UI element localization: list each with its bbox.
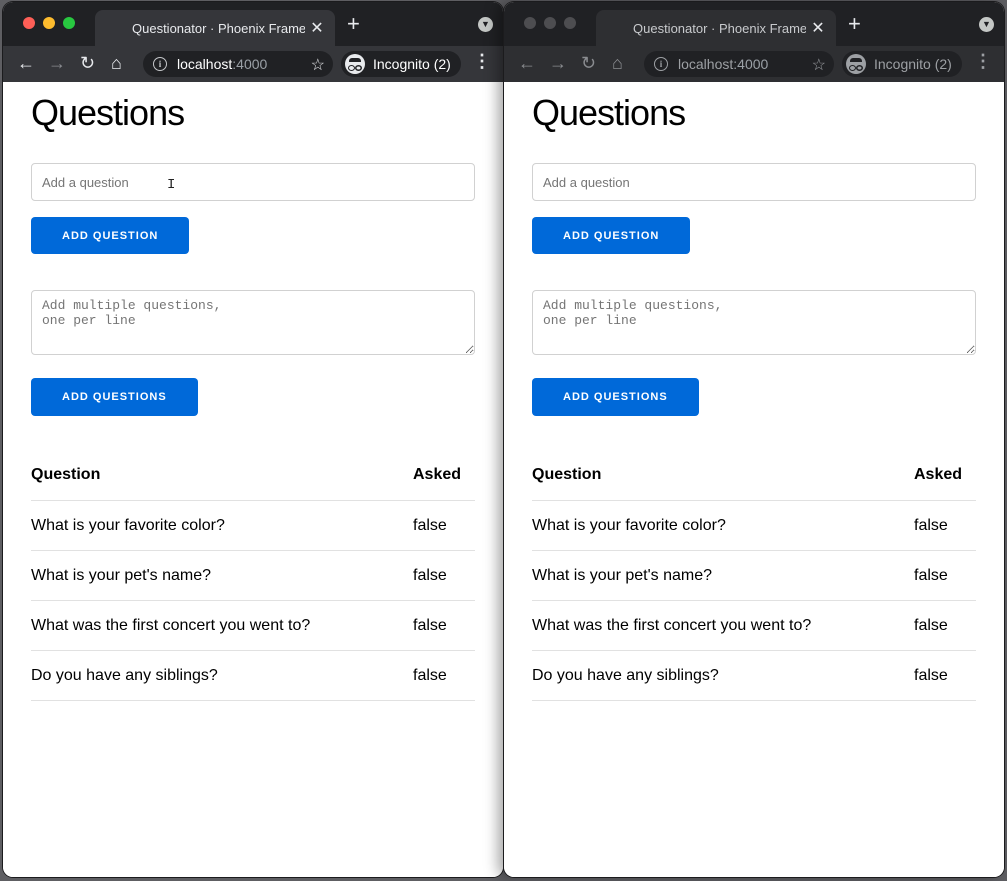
add-question-input[interactable] [31,163,475,201]
browser-window-right: Questionator · Phoenix Framework ✕ + ▼ ←… [504,2,1004,877]
table-row: What is your pet's name? false [31,550,475,601]
table-row: Do you have any siblings? false [532,650,976,701]
question-column-header: Question [532,458,914,501]
text-cursor-icon: I [167,177,176,193]
question-cell: What was the first concert you went to? [31,600,413,651]
maximize-window-button[interactable] [564,17,576,29]
page-title: Questions [532,92,686,133]
address-bar[interactable]: i localhost:4000 ☆ [644,51,834,77]
tab-close-icon[interactable]: ✕ [806,18,830,38]
home-icon[interactable]: ⌂ [612,52,623,74]
window-controls [23,17,75,29]
asked-cell: false [413,500,475,551]
question-cell: Do you have any siblings? [532,650,914,701]
page-viewport: Questions Add question Add questions Que… [3,82,503,877]
table-row: What is your favorite color? false [31,500,475,551]
incognito-label: Incognito (2) [373,56,451,72]
browser-menu-icon[interactable]: ⋮ [473,51,491,72]
asked-cell: false [914,650,976,701]
site-info-icon[interactable]: i [654,57,668,71]
add-question-button[interactable]: Add question [31,217,190,254]
close-window-button[interactable] [524,17,536,29]
browser-menu-icon[interactable]: ⋮ [974,51,992,72]
asked-column-header: Asked [914,458,976,501]
table-row: What was the first concert you went to? … [532,600,976,651]
questions-table: Question Asked What is your favorite col… [31,458,475,701]
table-row: Do you have any siblings? false [31,650,475,701]
question-cell: What is your favorite color? [31,500,413,551]
question-cell: What is your pet's name? [31,550,413,601]
asked-cell: false [914,600,976,651]
incognito-icon [345,54,365,74]
tab-strip: Questionator · Phoenix Framework ✕ + ▼ [504,2,1004,46]
add-questions-button[interactable]: Add questions [31,378,198,416]
asked-cell: false [914,500,976,551]
page-viewport: Questions Add question Add questions Que… [504,82,1004,877]
incognito-badge[interactable]: Incognito (2) [842,51,962,77]
asked-column-header: Asked [413,458,475,501]
incognito-badge[interactable]: Incognito (2) [341,51,461,77]
table-header-row: Question Asked [31,458,475,501]
question-cell: What is your pet's name? [532,550,914,601]
window-controls [524,17,576,29]
questions-table: Question Asked What is your favorite col… [532,458,976,701]
url-text: localhost:4000 [678,56,769,72]
browser-window-left: Questionator · Phoenix Framework ✕ + ▼ ←… [3,2,503,877]
bookmark-star-icon[interactable]: ☆ [311,55,325,75]
back-arrow-icon[interactable]: ← [17,52,35,74]
add-multiple-questions-textarea[interactable] [532,290,976,355]
asked-cell: false [413,600,475,651]
asked-cell: false [413,550,475,601]
forward-arrow-icon[interactable]: → [48,52,66,74]
table-header-row: Question Asked [532,458,976,501]
browser-tab[interactable]: Questionator · Phoenix Framework ✕ [596,10,836,46]
add-questions-button[interactable]: Add questions [532,378,699,416]
tab-close-icon[interactable]: ✕ [305,18,329,38]
add-multiple-questions-textarea[interactable] [31,290,475,355]
asked-cell: false [413,650,475,701]
asked-cell: false [914,550,976,601]
browser-tab[interactable]: Questionator · Phoenix Framework ✕ [95,10,335,46]
tab-strip: Questionator · Phoenix Framework ✕ + ▼ [3,2,503,46]
incognito-icon [846,54,866,74]
new-tab-icon[interactable]: + [848,11,861,37]
maximize-window-button[interactable] [63,17,75,29]
question-cell: What was the first concert you went to? [532,600,914,651]
address-bar[interactable]: i localhost:4000 ☆ [143,51,333,77]
back-arrow-icon[interactable]: ← [518,52,536,74]
add-question-input[interactable] [532,163,976,201]
reload-icon[interactable]: ↻ [80,52,95,74]
forward-arrow-icon[interactable]: → [549,52,567,74]
reload-icon[interactable]: ↻ [581,52,596,74]
tab-search-chevron-icon[interactable]: ▼ [979,17,994,32]
page-title: Questions [31,92,185,133]
question-cell: What is your favorite color? [532,500,914,551]
bookmark-star-icon[interactable]: ☆ [812,55,826,75]
table-row: What was the first concert you went to? … [31,600,475,651]
tab-search-chevron-icon[interactable]: ▼ [478,17,493,32]
tab-title: Questionator · Phoenix Framework [132,20,305,36]
minimize-window-button[interactable] [544,17,556,29]
close-window-button[interactable] [23,17,35,29]
minimize-window-button[interactable] [43,17,55,29]
question-cell: Do you have any siblings? [31,650,413,701]
browser-toolbar: ← → ↻ ⌂ i localhost:4000 ☆ Incognito (2)… [3,46,503,82]
tab-title: Questionator · Phoenix Framework [633,20,806,36]
question-column-header: Question [31,458,413,501]
page-content: Questions Add question Add questions Que… [532,82,976,701]
url-text: localhost:4000 [177,56,268,72]
home-icon[interactable]: ⌂ [111,52,122,74]
new-tab-icon[interactable]: + [347,11,360,37]
browser-toolbar: ← → ↻ ⌂ i localhost:4000 ☆ Incognito (2)… [504,46,1004,82]
incognito-label: Incognito (2) [874,56,952,72]
site-info-icon[interactable]: i [153,57,167,71]
table-row: What is your favorite color? false [532,500,976,551]
table-row: What is your pet's name? false [532,550,976,601]
page-content: Questions Add question Add questions Que… [31,82,475,701]
add-question-button[interactable]: Add question [532,217,691,254]
